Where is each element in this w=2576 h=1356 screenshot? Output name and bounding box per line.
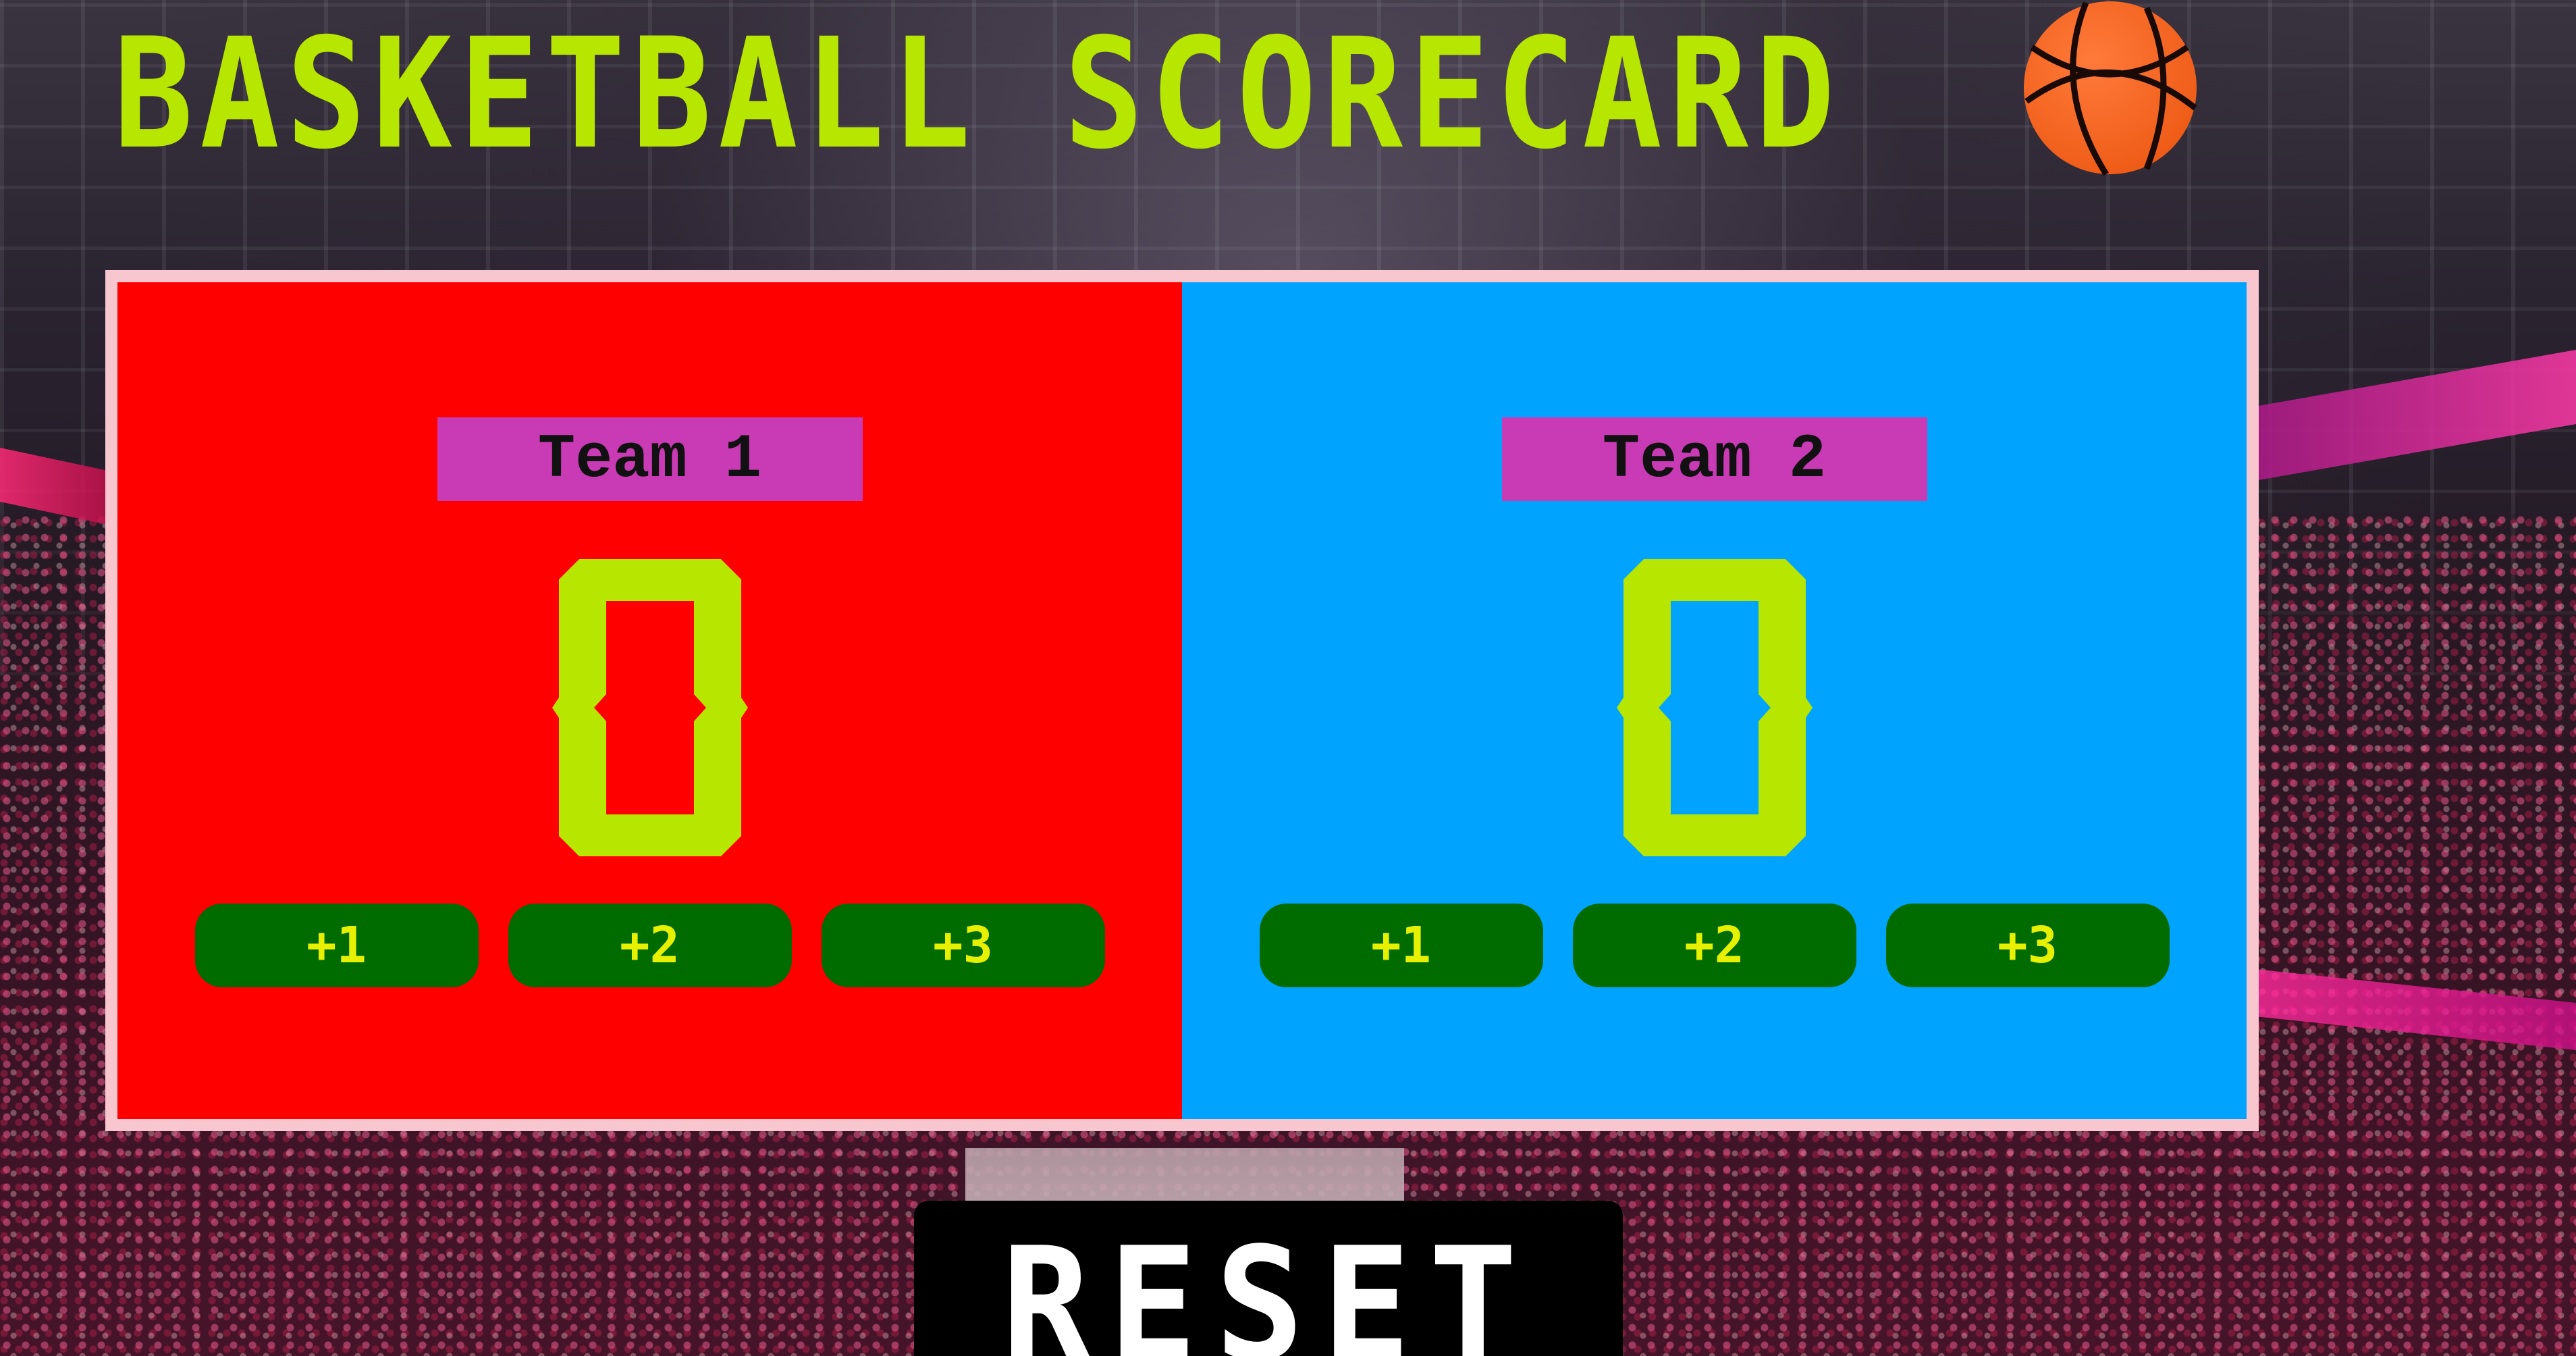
team1-score-value: 0: [650, 714, 651, 715]
team1-name: Team 1: [437, 417, 863, 501]
basketball-icon: [2024, 1, 2197, 176]
team1-score: 0: [552, 559, 748, 856]
reset-label: RESET: [1001, 1215, 1536, 1356]
team2-plus1-button[interactable]: +1: [1259, 904, 1543, 987]
team2-plus3-button[interactable]: +3: [1885, 904, 2170, 987]
reset-button[interactable]: RESET: [914, 1201, 1623, 1356]
team1-plus1-button[interactable]: +1: [194, 904, 479, 987]
team1-plus3-button[interactable]: +3: [821, 904, 1105, 987]
team1-panel: Team 1 0 +1 +2 +3: [117, 282, 1182, 1119]
scoreboard: Team 1 0 +1 +2 +3 Team 2 0 +1 +2 +3: [105, 270, 2259, 1131]
team2-plus2-button[interactable]: +2: [1572, 904, 1856, 987]
app-title: BASKETBALL SCORECARD: [113, 5, 1842, 184]
team2-button-row: +1 +2 +3: [1182, 904, 2247, 987]
team2-panel: Team 2 0 +1 +2 +3: [1182, 282, 2247, 1119]
team1-plus2-button[interactable]: +2: [508, 904, 792, 987]
team2-name: Team 2: [1501, 417, 1927, 501]
team2-score: 0: [1616, 559, 1813, 856]
team1-button-row: +1 +2 +3: [117, 904, 1182, 987]
